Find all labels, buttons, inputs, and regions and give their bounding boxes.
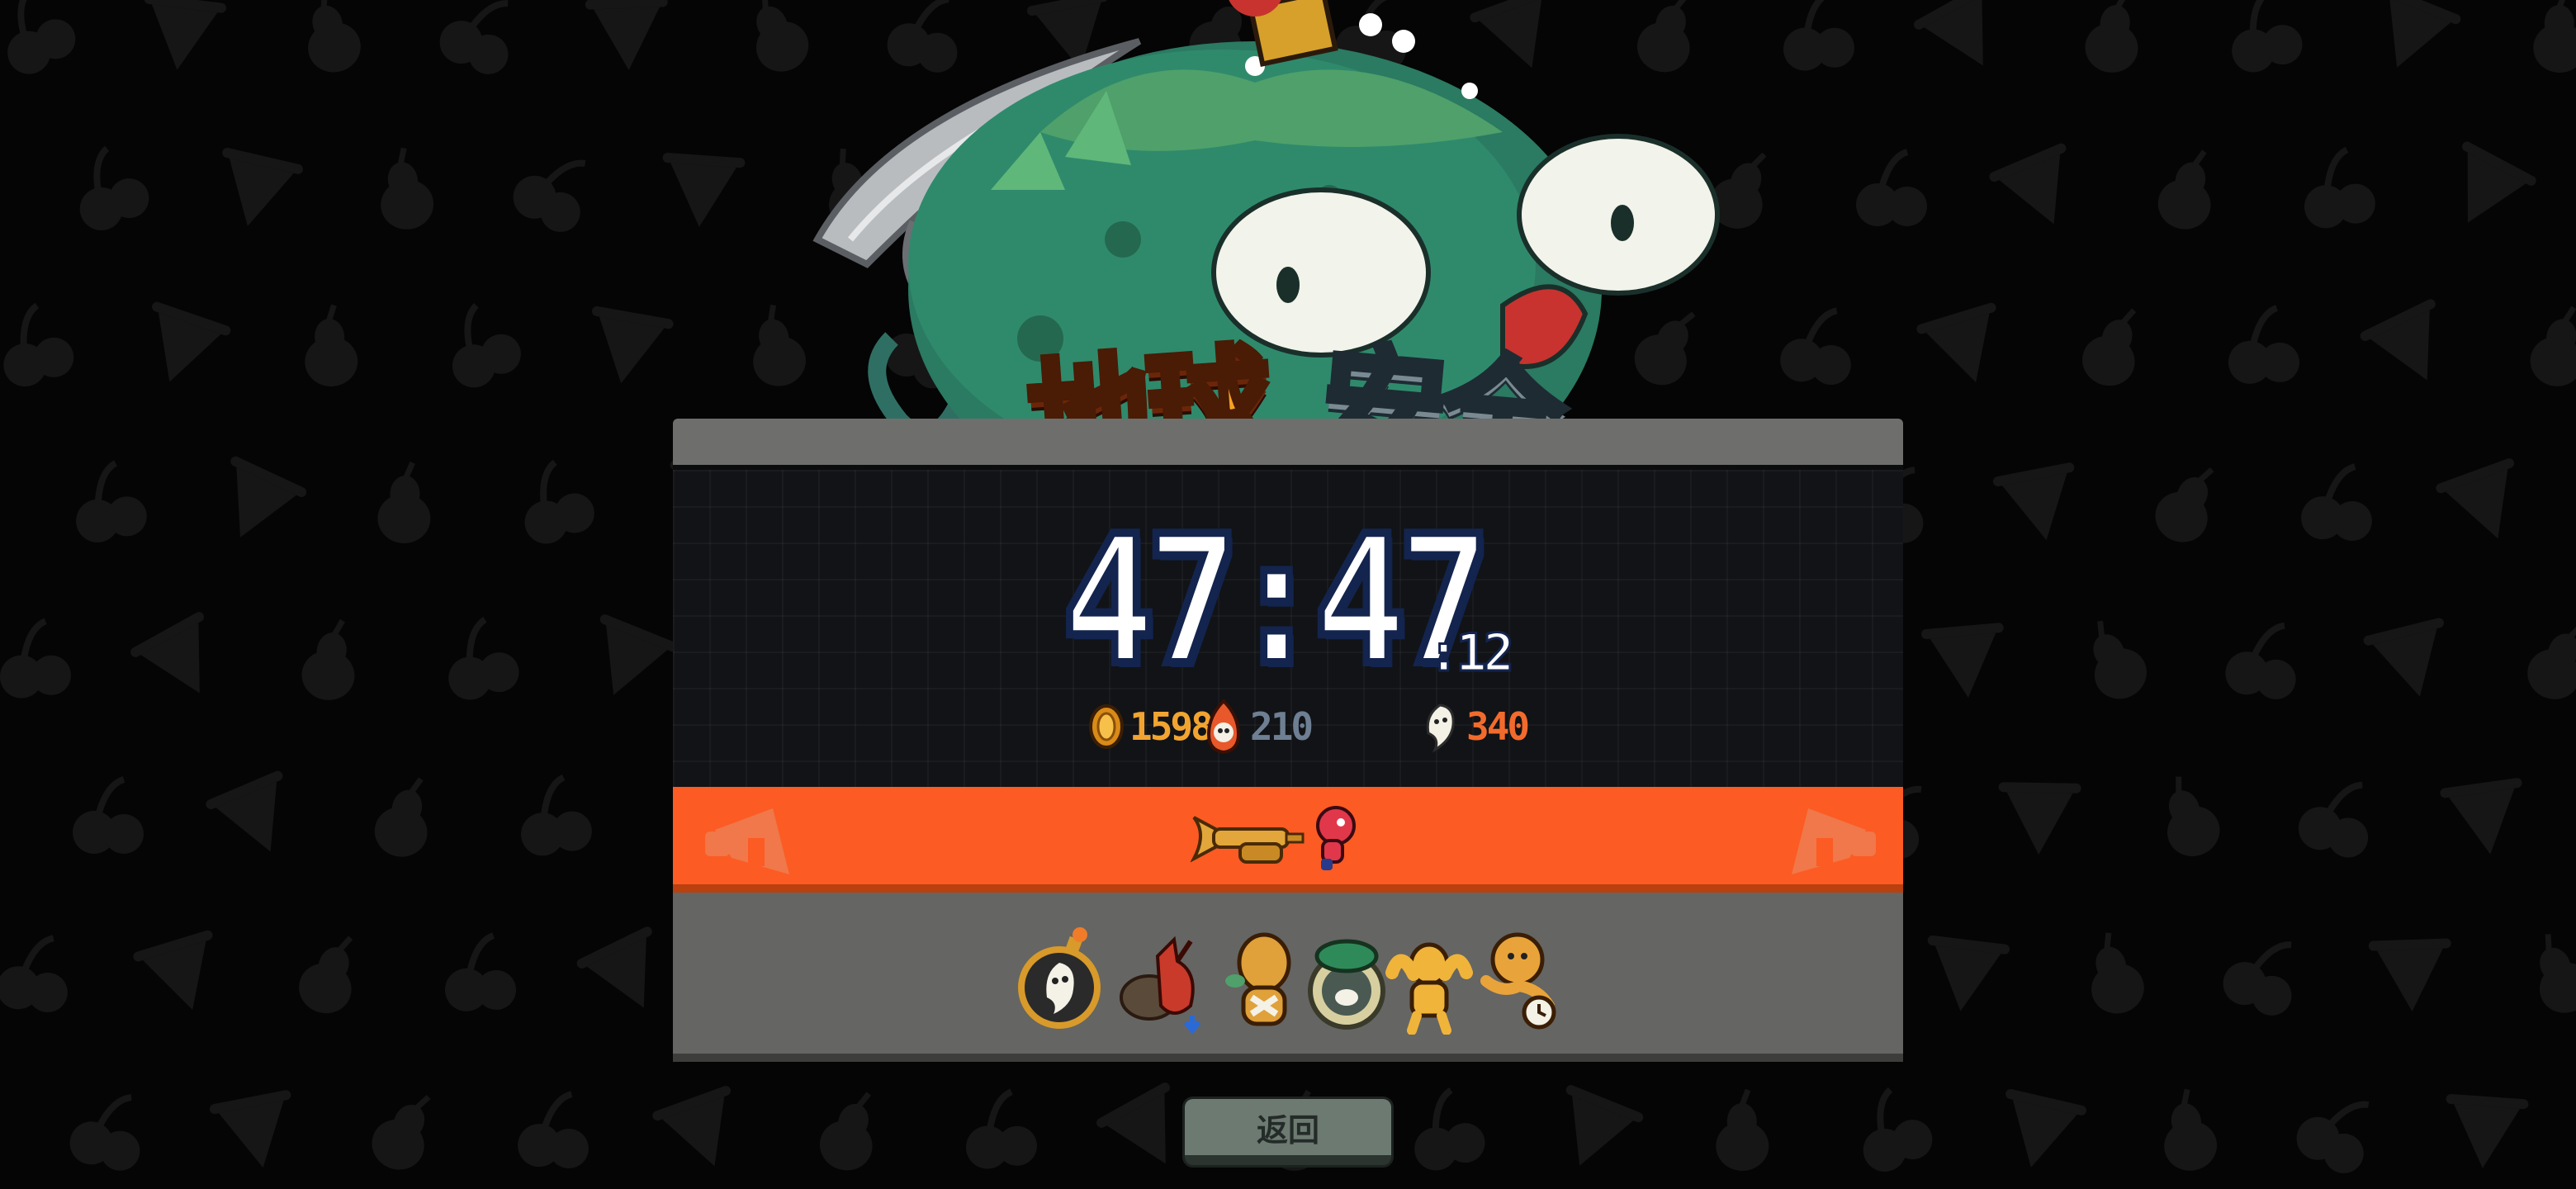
fire-value: 210 bbox=[1250, 704, 1314, 749]
red-demon-icon[interactable] bbox=[1116, 923, 1207, 1035]
megaphone-icon bbox=[1792, 808, 1876, 874]
ghost-bomb-icon[interactable] bbox=[1014, 923, 1105, 1035]
clock-character-icon[interactable] bbox=[1470, 923, 1560, 1035]
green-bag-icon[interactable] bbox=[1301, 923, 1392, 1035]
ghost-stat: 340 bbox=[1422, 698, 1530, 756]
panel-header bbox=[673, 419, 1903, 465]
coin-icon bbox=[1089, 704, 1124, 749]
megaphone-icon bbox=[705, 808, 789, 874]
red-character-icon bbox=[1316, 806, 1356, 870]
flexing-golden-character-icon[interactable] bbox=[1384, 923, 1475, 1035]
fire-stat: 210 bbox=[1202, 698, 1314, 756]
green-monster-illustration bbox=[812, 0, 1720, 454]
timer-minutes-seconds: 47:47 bbox=[1058, 493, 1495, 708]
golden-character-icon[interactable] bbox=[1219, 923, 1309, 1035]
timer-centiseconds: :12 bbox=[1428, 621, 1516, 684]
back-button[interactable]: 返回 bbox=[1185, 1099, 1391, 1165]
ghost-icon bbox=[1426, 703, 1455, 753]
ghost-value: 340 bbox=[1466, 704, 1530, 749]
gold-stat: 1598 bbox=[1088, 698, 1214, 756]
gold-value: 1598 bbox=[1129, 704, 1214, 749]
trumpet-icon bbox=[1191, 816, 1305, 864]
fire-skull-icon bbox=[1206, 699, 1241, 755]
